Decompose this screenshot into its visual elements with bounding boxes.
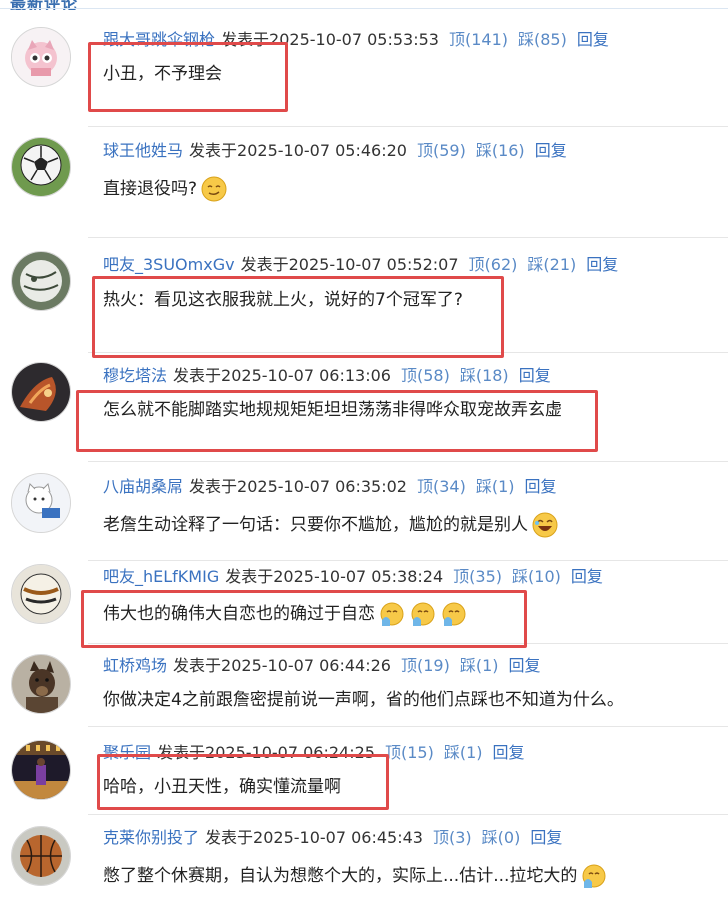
comment-text: 热火：看见这衣服我就上火，说好的7个冠军了? [103, 290, 463, 310]
upvote-button[interactable]: 顶(62) [469, 255, 518, 274]
comment-divider [88, 560, 728, 561]
comment-divider [88, 237, 728, 238]
downvote-button[interactable]: 踩(10) [512, 567, 561, 586]
reply-button[interactable]: 回复 [530, 828, 562, 847]
wave-emoji-icon [440, 600, 468, 628]
comment-timestamp: 2025-10-07 06:45:43 [253, 828, 423, 847]
downvote-button[interactable]: 踩(0) [482, 828, 521, 847]
cartoon-cat-avatar[interactable] [11, 473, 71, 533]
comment-divider [88, 643, 728, 644]
ball-avatar[interactable] [11, 251, 71, 311]
comment-timestamp: 2025-10-07 05:52:07 [288, 255, 459, 274]
posted-label: 发表于 [189, 141, 238, 160]
comment-text: 哈哈，小丑天性，确实懂流量啊 [103, 777, 341, 797]
upvote-button[interactable]: 顶(35) [453, 567, 502, 586]
comment-divider [88, 461, 728, 462]
reply-button[interactable]: 回复 [535, 141, 567, 160]
section-header: 最新评论 [0, 0, 728, 10]
reply-button[interactable]: 回复 [519, 366, 551, 385]
downvote-button[interactable]: 踩(16) [476, 141, 525, 160]
comment-text: 怎么就不能脚踏实地规规矩矩坦坦荡荡非得哗众取宠故弄玄虚 [103, 400, 562, 420]
comment-username[interactable]: 球王他姓马 [103, 141, 183, 160]
posted-label: 发表于 [225, 567, 274, 586]
comment-username[interactable]: 穆圪塔法 [103, 366, 167, 385]
comment-timestamp: 2025-10-07 05:53:53 [269, 30, 439, 49]
reply-button[interactable]: 回复 [586, 255, 618, 274]
comment-timestamp: 2025-10-07 06:35:02 [237, 477, 407, 496]
upvote-button[interactable]: 顶(141) [449, 30, 508, 49]
upvote-button[interactable]: 顶(15) [385, 743, 434, 762]
comment-username[interactable]: 跟大哥跳伞钢枪 [103, 30, 215, 49]
comment-text: 伟大也的确伟大自恋也的确过于自恋 [103, 604, 375, 624]
comment-text: 直接退役吗? [103, 179, 198, 199]
upvote-button[interactable]: 顶(3) [433, 828, 472, 847]
downvote-button[interactable]: 踩(21) [527, 255, 576, 274]
comment-timestamp: 2025-10-07 06:24:25 [205, 743, 375, 762]
dark-art-avatar[interactable] [11, 362, 71, 422]
dog-avatar[interactable] [11, 654, 71, 714]
upvote-button[interactable]: 顶(19) [401, 656, 450, 675]
comment-text: 你做决定4之前跟詹密提前说一声啊，省的他们点踩也不知道为什么。 [103, 690, 624, 710]
reply-button[interactable]: 回复 [571, 567, 603, 586]
posted-label: 发表于 [157, 743, 206, 762]
downvote-button[interactable]: 踩(1) [476, 477, 515, 496]
downvote-button[interactable]: 踩(1) [444, 743, 483, 762]
comment-text: 小丑，不予理会 [103, 64, 222, 84]
posted-label: 发表于 [173, 656, 222, 675]
upvote-button[interactable]: 顶(34) [417, 477, 466, 496]
comment-divider [88, 352, 728, 353]
smirk-emoji-icon [200, 175, 228, 203]
comment-username[interactable]: 八庙胡桑屌 [103, 477, 183, 496]
comment-divider [88, 814, 728, 815]
posted-label: 发表于 [221, 30, 270, 49]
reply-button[interactable]: 回复 [493, 743, 525, 762]
upvote-button[interactable]: 顶(59) [417, 141, 466, 160]
comment-username[interactable]: 克莱你别投了 [103, 828, 199, 847]
comment-username[interactable]: 聚乐园 [103, 743, 151, 762]
wave-emoji-icon [378, 600, 406, 628]
comment-timestamp: 2025-10-07 06:44:26 [221, 656, 391, 675]
volleyball-avatar[interactable] [11, 564, 71, 624]
reply-button[interactable]: 回复 [577, 30, 609, 49]
downvote-button[interactable]: 踩(85) [518, 30, 567, 49]
header-divider [0, 8, 728, 9]
comment-divider [88, 126, 728, 127]
pink-cat-avatar[interactable] [11, 27, 71, 87]
comment-timestamp: 2025-10-07 05:38:24 [273, 567, 444, 586]
reply-button[interactable]: 回复 [509, 656, 541, 675]
comment-divider [88, 726, 728, 727]
basketball-avatar[interactable] [11, 826, 71, 886]
upvote-button[interactable]: 顶(58) [401, 366, 450, 385]
comment-username[interactable]: 吧友_hELfKMIG [103, 567, 219, 586]
posted-label: 发表于 [189, 477, 238, 496]
comment-username[interactable]: 吧友_3SUOmxGv [103, 255, 235, 274]
arena-avatar[interactable] [11, 740, 71, 800]
soccer-ball-avatar[interactable] [11, 137, 71, 197]
wave-emoji-icon [580, 862, 608, 890]
posted-label: 发表于 [205, 828, 254, 847]
downvote-button[interactable]: 踩(1) [460, 656, 499, 675]
downvote-button[interactable]: 踩(18) [460, 366, 509, 385]
comment-timestamp: 2025-10-07 05:46:20 [237, 141, 407, 160]
posted-label: 发表于 [173, 366, 222, 385]
laugh-emoji-icon [531, 511, 559, 539]
comment-username[interactable]: 虹桥鸡场 [103, 656, 167, 675]
comment-text: 老詹生动诠释了一句话：只要你不尴尬，尴尬的就是别人 [103, 515, 528, 535]
reply-button[interactable]: 回复 [525, 477, 557, 496]
comment-timestamp: 2025-10-07 06:13:06 [221, 366, 391, 385]
comment-text: 憋了整个休赛期，自认为想憋个大的，实际上...估计...拉坨大的 [103, 866, 578, 886]
posted-label: 发表于 [240, 255, 289, 274]
wave-emoji-icon [409, 600, 437, 628]
